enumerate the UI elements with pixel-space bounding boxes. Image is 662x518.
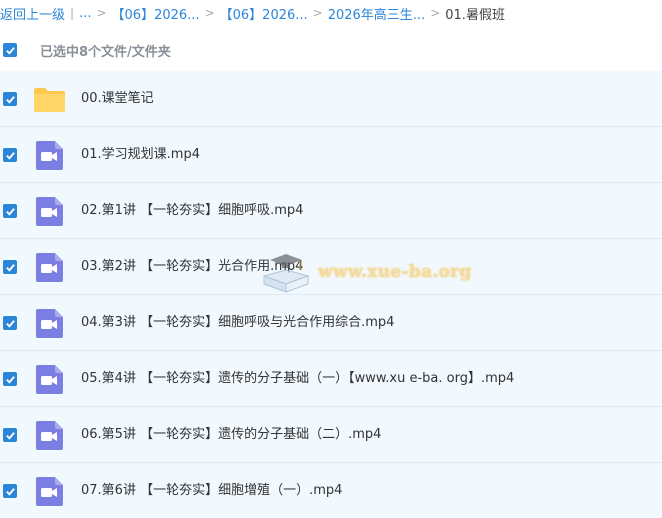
file-row[interactable]: 04.第3讲 【一轮夯实】细胞呼吸与光合作用综合.mp4: [0, 295, 662, 351]
video-file-icon: [33, 363, 66, 395]
check-icon: [5, 375, 15, 384]
file-checkbox[interactable]: [3, 92, 17, 106]
check-icon: [5, 319, 15, 328]
file-name[interactable]: 07.第6讲 【一轮夯实】细胞增殖（一）.mp4: [81, 463, 342, 518]
breadcrumb-separator: >: [430, 6, 441, 20]
check-icon: [5, 46, 15, 55]
file-name[interactable]: 02.第1讲 【一轮夯实】细胞呼吸.mp4: [81, 183, 303, 239]
file-name[interactable]: 03.第2讲 【一轮夯实】光合作用.mp4: [81, 239, 303, 295]
file-checkbox[interactable]: [3, 428, 17, 442]
breadcrumb-separator: >: [96, 6, 107, 20]
file-checkbox[interactable]: [3, 260, 17, 274]
video-file-icon: [33, 251, 66, 283]
breadcrumb-item[interactable]: 【06】2026...: [112, 4, 200, 23]
back-link[interactable]: 返回上一级: [0, 4, 65, 23]
check-icon: [5, 207, 15, 216]
breadcrumb-separator: >: [312, 6, 323, 20]
file-name[interactable]: 05.第4讲 【一轮夯实】遗传的分子基础（一）【www.xu e-ba. org…: [81, 351, 514, 407]
file-checkbox[interactable]: [3, 316, 17, 330]
file-checkbox[interactable]: [3, 484, 17, 498]
folder-icon: [33, 83, 66, 115]
breadcrumb-current: 01.暑假班: [445, 7, 505, 23]
breadcrumb-separator: >: [204, 6, 215, 20]
file-row[interactable]: 07.第6讲 【一轮夯实】细胞增殖（一）.mp4: [0, 463, 662, 518]
selection-count: 已选中8个文件/文件夹: [40, 44, 171, 60]
file-checkbox[interactable]: [3, 148, 17, 162]
breadcrumb-divider: |: [70, 6, 75, 20]
file-name[interactable]: 00.课堂笔记: [81, 71, 154, 127]
check-icon: [5, 95, 15, 104]
selection-bar: 已选中8个文件/文件夹: [0, 32, 662, 68]
file-row[interactable]: 05.第4讲 【一轮夯实】遗传的分子基础（一）【www.xu e-ba. org…: [0, 351, 662, 407]
breadcrumb-item[interactable]: 2026年高三生...: [328, 4, 425, 23]
file-row[interactable]: 02.第1讲 【一轮夯实】细胞呼吸.mp4: [0, 183, 662, 239]
file-list: 00.课堂笔记 01.学习规划课.mp4 02.第1讲 【一轮夯实】细胞呼吸.mp4…: [0, 71, 662, 518]
breadcrumb-ellipsis[interactable]: ...: [79, 6, 91, 21]
video-file-icon: [33, 475, 66, 507]
check-icon: [5, 431, 15, 440]
video-file-icon: [33, 419, 66, 451]
file-checkbox[interactable]: [3, 372, 17, 386]
check-icon: [5, 487, 15, 496]
video-file-icon: [33, 307, 66, 339]
file-row[interactable]: 06.第5讲 【一轮夯实】遗传的分子基础（二）.mp4: [0, 407, 662, 463]
check-icon: [5, 151, 15, 160]
video-file-icon: [33, 195, 66, 227]
file-name[interactable]: 01.学习规划课.mp4: [81, 127, 200, 183]
check-icon: [5, 263, 15, 272]
file-row[interactable]: 01.学习规划课.mp4: [0, 127, 662, 183]
file-row[interactable]: 03.第2讲 【一轮夯实】光合作用.mp4: [0, 239, 662, 295]
breadcrumb-item[interactable]: 【06】2026...: [220, 4, 308, 23]
file-row[interactable]: 00.课堂笔记: [0, 71, 662, 127]
breadcrumb: 返回上一级 | ... > 【06】2026... > 【06】2026... …: [0, 0, 662, 26]
file-name[interactable]: 06.第5讲 【一轮夯实】遗传的分子基础（二）.mp4: [81, 407, 381, 463]
file-checkbox[interactable]: [3, 204, 17, 218]
select-all-checkbox[interactable]: [3, 43, 17, 57]
video-file-icon: [33, 139, 66, 171]
file-name[interactable]: 04.第3讲 【一轮夯实】细胞呼吸与光合作用综合.mp4: [81, 295, 394, 351]
